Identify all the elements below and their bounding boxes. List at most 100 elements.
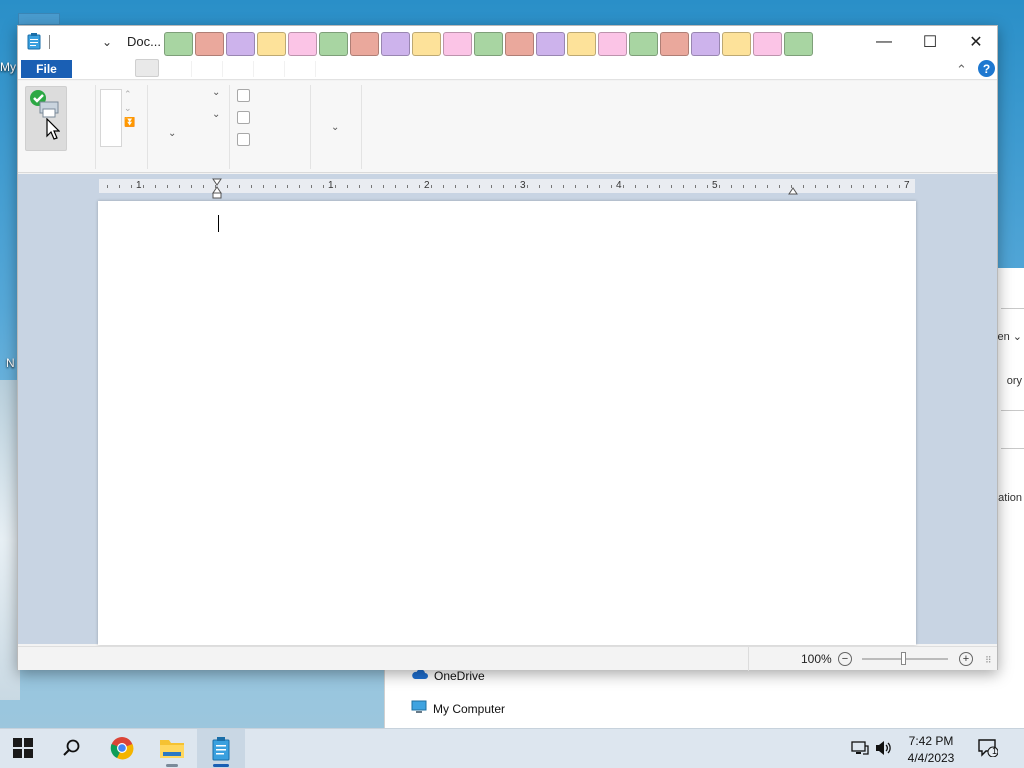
color-swatch-button[interactable] [288, 32, 317, 56]
ruler-tick [863, 185, 864, 188]
ruler-tick [779, 185, 780, 188]
right-indent-marker-icon[interactable] [788, 184, 798, 198]
color-swatch-button[interactable] [195, 32, 224, 56]
ruler-tick [635, 185, 636, 188]
color-swatch-button[interactable] [443, 32, 472, 56]
chevron-down-icon[interactable]: ⌄ [124, 103, 135, 114]
cloud-icon [411, 668, 428, 683]
ruler-tick [155, 185, 156, 188]
windows-logo-icon [13, 737, 33, 761]
nav-item-label: My Computer [433, 701, 506, 716]
close-button[interactable]: ✕ [953, 26, 999, 58]
ribbon-tab[interactable] [197, 61, 223, 77]
document-title: Doc... [127, 34, 161, 49]
color-swatch-button[interactable] [257, 32, 286, 56]
zoom-level: 100% [801, 652, 832, 666]
ruler-tick [203, 185, 204, 188]
ruler-tick [275, 185, 276, 188]
wordpad-taskbar-button[interactable] [197, 729, 245, 768]
color-swatch-button[interactable] [629, 32, 658, 56]
color-swatch-button[interactable] [784, 32, 813, 56]
color-swatch-button[interactable] [660, 32, 689, 56]
color-swatch-button[interactable] [567, 32, 596, 56]
font-dropdown-arrow[interactable]: ⌄ [212, 87, 220, 98]
start-button[interactable] [3, 729, 43, 768]
title-bar[interactable]: ⌄ Doc... — ☐ ✕ [18, 26, 997, 58]
nav-item-onedrive[interactable]: OneDrive [411, 668, 485, 683]
minimize-button[interactable]: — [861, 26, 907, 58]
desktop-icon[interactable] [18, 13, 60, 25]
ruler-tick [119, 185, 120, 188]
file-explorer-button[interactable] [152, 729, 192, 768]
indent-marker-icon[interactable] [212, 178, 222, 203]
ribbon-tab[interactable] [290, 61, 316, 77]
color-swatch-button[interactable] [350, 32, 379, 56]
gallery-expand-icon[interactable]: ⏬ [124, 117, 135, 128]
dropdown-arrow[interactable]: ⌄ [331, 122, 339, 133]
zoom-slider-thumb[interactable] [901, 652, 906, 665]
size-dropdown-arrow[interactable]: ⌄ [212, 109, 220, 120]
color-swatch-button[interactable] [474, 32, 503, 56]
resize-grip-icon[interactable]: ⠿ [985, 655, 992, 666]
checkbox[interactable] [237, 111, 250, 124]
chevron-up-icon[interactable]: ⌃ [124, 89, 135, 100]
ruler-tick [719, 185, 720, 188]
zoom-in-button[interactable]: + [959, 652, 973, 666]
ribbon-tab[interactable] [135, 59, 159, 77]
document-area[interactable]: 1 1 2 3 4 5 7 [18, 174, 997, 645]
ruler[interactable]: 1 1 2 3 4 5 7 [99, 178, 915, 199]
ruler-tick [587, 185, 588, 188]
color-swatch-button[interactable] [722, 32, 751, 56]
volume-icon [875, 740, 893, 759]
zoom-out-button[interactable]: − [838, 652, 852, 666]
color-swatch-button[interactable] [536, 32, 565, 56]
color-swatch-button[interactable] [226, 32, 255, 56]
color-swatch-button[interactable] [164, 32, 193, 56]
clock-time: 7:42 PM [908, 734, 954, 748]
ruler-tick [767, 185, 768, 188]
clock[interactable]: 7:42 PM 4/4/2023 [895, 733, 967, 767]
style-gallery[interactable] [100, 89, 122, 147]
ruler-tick [875, 185, 876, 188]
ruler-tick [479, 185, 480, 188]
ruler-tick [755, 185, 756, 188]
ruler-tick [287, 185, 288, 188]
ribbon-group-divider [229, 85, 230, 169]
quick-access-customize-icon[interactable]: ⌄ [102, 35, 112, 49]
ruler-number: 2 [424, 179, 430, 193]
collapse-ribbon-icon[interactable]: ⌃ [956, 62, 967, 78]
color-swatch-button[interactable] [412, 32, 441, 56]
color-swatch-button[interactable] [319, 32, 348, 56]
ribbon-tab[interactable] [259, 61, 285, 77]
dropdown-arrow[interactable]: ⌄ [168, 128, 176, 139]
nav-item-my-computer[interactable]: My Computer [411, 700, 505, 717]
checkbox[interactable] [237, 133, 250, 146]
ruler-number: 1 [328, 179, 334, 193]
chrome-button[interactable] [102, 729, 142, 768]
document-page[interactable] [98, 201, 916, 645]
ribbon-tab[interactable] [166, 61, 192, 77]
ruler-tick [311, 185, 312, 188]
ruler-tick [683, 185, 684, 188]
color-swatch-button[interactable] [505, 32, 534, 56]
search-button[interactable] [52, 729, 92, 768]
checkbox[interactable] [237, 89, 250, 102]
ribbon-tab[interactable] [228, 61, 254, 77]
help-button[interactable]: ? [978, 60, 995, 77]
maximize-button[interactable]: ☐ [907, 26, 953, 58]
ruler-tick [371, 185, 372, 188]
color-swatch-button[interactable] [598, 32, 627, 56]
notification-button[interactable]: 1 [968, 729, 1008, 768]
color-swatch-button[interactable] [691, 32, 720, 56]
ruler-number: 7 [904, 179, 910, 193]
wordpad-window[interactable]: ⌄ Doc... — ☐ ✕ File ⌃ ? ⌃ ⌄ ⏬ ⌄ ⌄ ⌄ ⌄ 1 … [17, 25, 998, 671]
ruler-tick [563, 185, 564, 188]
gallery-scroll[interactable]: ⌃ ⌄ ⏬ [124, 89, 135, 128]
color-swatch-button[interactable] [381, 32, 410, 56]
ruler-tick [131, 185, 132, 188]
file-menu-button[interactable]: File [21, 60, 72, 78]
print-preview-button[interactable] [25, 86, 67, 151]
search-icon [63, 739, 81, 760]
color-swatch-button[interactable] [753, 32, 782, 56]
ruler-tick [215, 185, 216, 188]
